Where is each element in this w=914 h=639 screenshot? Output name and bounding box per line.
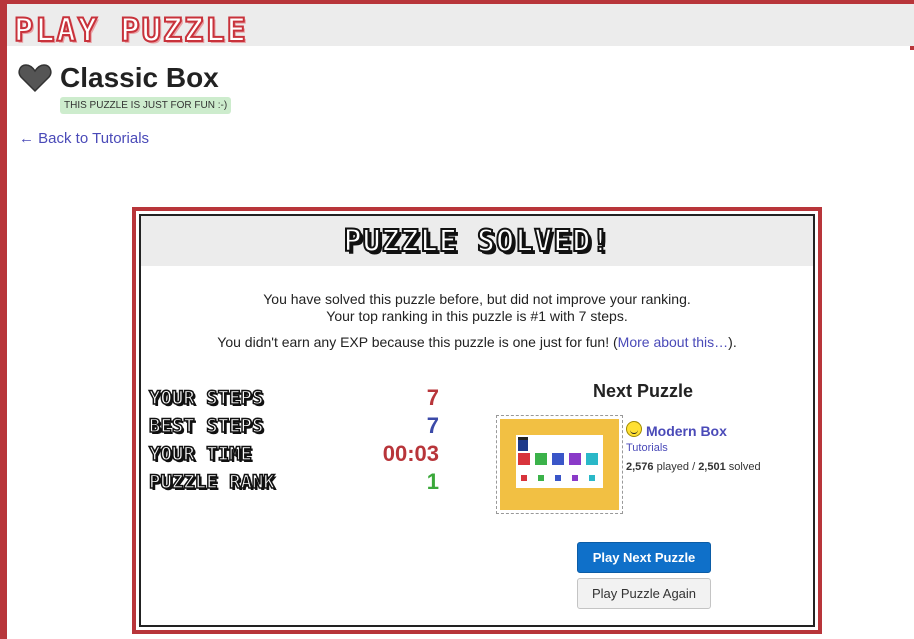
green-goal [538,475,544,481]
blue-goal [555,475,561,481]
purple-goal [572,475,578,481]
heart-icon[interactable] [18,63,52,93]
modal-header: PUZZLE SOLVED! [141,216,813,266]
puzzle-solved-modal: PUZZLE SOLVED! You have solved this puzz… [132,207,822,634]
modal-body: PUZZLE SOLVED! You have solved this puzz… [139,214,815,627]
back-to-tutorials-link[interactable]: ← Back to Tutorials [19,130,149,147]
next-puzzle-counts: 2,576 played / 2,501 solved [626,461,761,473]
stat-row-best-steps: BEST STEPS 7 [148,412,439,440]
modal-title: PUZZLE SOLVED! [343,223,611,260]
cyan-goal [589,475,595,481]
stat-label: BEST STEPS [148,414,264,438]
stat-label: YOUR STEPS [148,386,264,410]
site-header: PLAY PUZZLE [7,0,914,50]
puzzle-title-row: Classic Box [18,62,219,94]
stat-value: 1 [426,469,439,494]
green-block [535,453,547,465]
stat-value: 7 [426,385,439,410]
next-puzzle-thumbnail[interactable] [496,415,623,514]
play-next-puzzle-button[interactable]: Play Next Puzzle [577,542,711,573]
message-line-1: You have solved this puzzle before, but … [263,291,691,307]
played-label: played / [656,461,696,473]
red-block [518,453,530,465]
message-line-3-suffix: ). [728,334,737,350]
smiley-icon [626,421,642,437]
played-count: 2,576 [626,461,654,473]
solved-count: 2,501 [698,461,726,473]
cyan-block [586,453,598,465]
message-line-3-prefix: You didn't earn any EXP because this puz… [217,334,618,350]
stat-row-time: YOUR TIME 00:03 [148,440,439,468]
thumbnail-board [500,419,619,510]
page-frame-left [0,0,7,639]
stat-value: 00:03 [382,441,439,466]
play-puzzle-again-button[interactable]: Play Puzzle Again [577,578,711,609]
blue-block [552,453,564,465]
stats-panel: YOUR STEPS 7 BEST STEPS 7 YOUR TIME 00:0… [148,384,439,496]
player-sprite [518,437,528,451]
purple-block [569,453,581,465]
red-goal [521,475,527,481]
stat-row-steps: YOUR STEPS 7 [148,384,439,412]
fun-badge: THIS PUZZLE IS JUST FOR FUN :-) [60,97,232,114]
more-about-link[interactable]: More about this… [618,334,729,350]
next-puzzle-name[interactable]: Modern Box [646,423,727,439]
next-puzzle-category[interactable]: Tutorials [626,442,668,454]
next-puzzle-heading: Next Puzzle [593,381,694,401]
stat-label: YOUR TIME [148,442,252,466]
stat-value: 7 [426,413,439,438]
message-line-3: You didn't earn any EXP because this puz… [141,334,813,350]
message-line-2: Your top ranking in this puzzle is #1 wi… [326,308,628,324]
site-logo[interactable]: PLAY PUZZLE [13,10,248,50]
solved-label: solved [728,461,761,473]
page-title: Classic Box [60,62,219,93]
stat-label: PUZZLE RANK [148,470,275,494]
stat-row-rank: PUZZLE RANK 1 [148,468,439,496]
